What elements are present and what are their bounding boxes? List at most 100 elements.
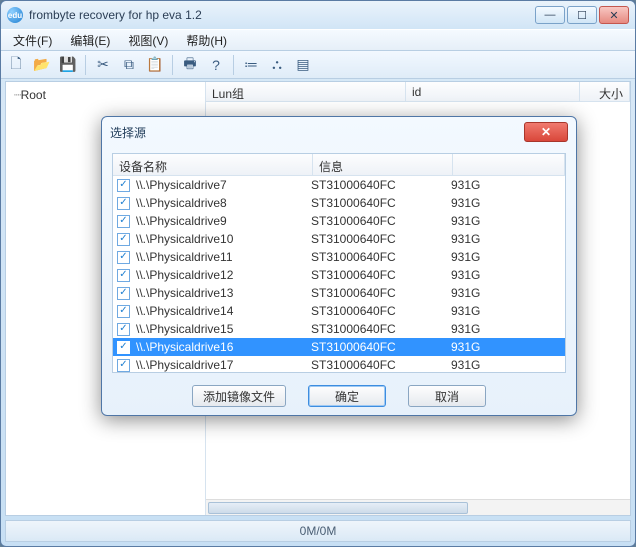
dialog-titlebar[interactable]: 选择源 ✕: [102, 117, 576, 147]
device-name: \\.\Physicaldrive14: [136, 304, 311, 318]
device-info: ST31000640FC: [311, 232, 451, 246]
close-button[interactable]: ✕: [599, 6, 629, 24]
device-info: ST31000640FC: [311, 268, 451, 282]
menu-edit[interactable]: 编辑(E): [62, 30, 118, 51]
dialog-title: 选择源: [110, 124, 524, 141]
status-text: 0M/0M: [300, 524, 337, 538]
device-row[interactable]: ✓ \\.\Physicaldrive15ST31000640FC931G: [113, 320, 565, 338]
device-name: \\.\Physicaldrive13: [136, 286, 311, 300]
checkbox-icon[interactable]: ✓: [117, 197, 130, 210]
checkbox-icon[interactable]: ✓: [117, 269, 130, 282]
paste-icon[interactable]: 📋: [144, 54, 166, 76]
horizontal-scrollbar[interactable]: [206, 499, 630, 515]
scrollbar-thumb[interactable]: [208, 502, 468, 514]
checkbox-icon[interactable]: ✓: [117, 305, 130, 318]
device-row[interactable]: ✓ \\.\Physicaldrive14ST31000640FC931G: [113, 302, 565, 320]
app-icon: edu: [7, 7, 23, 23]
column-device-info[interactable]: 信息: [313, 154, 453, 175]
dialog-close-button[interactable]: ✕: [524, 122, 568, 142]
column-device-name[interactable]: 设备名称: [113, 154, 313, 175]
dialog-button-row: 添加镜像文件 确定 取消: [102, 385, 576, 407]
minimize-button[interactable]: —: [535, 6, 565, 24]
status-bar: 0M/0M: [5, 520, 631, 542]
device-info: ST31000640FC: [311, 214, 451, 228]
device-size: 931G: [451, 178, 561, 192]
device-size: 931G: [451, 232, 561, 246]
device-info: ST31000640FC: [311, 286, 451, 300]
column-device-size[interactable]: [453, 154, 565, 175]
device-info: ST31000640FC: [311, 340, 451, 354]
copy-icon[interactable]: ⧉: [118, 54, 140, 76]
window-title: frombyte recovery for hp eva 1.2: [29, 8, 535, 22]
tree-root-node[interactable]: Root: [10, 86, 201, 104]
add-image-file-button[interactable]: 添加镜像文件: [192, 385, 286, 407]
device-size: 931G: [451, 322, 561, 336]
toolbar-separator: [85, 55, 86, 75]
checkbox-icon[interactable]: ✓: [117, 341, 130, 354]
checkbox-icon[interactable]: ✓: [117, 251, 130, 264]
checkbox-icon[interactable]: ✓: [117, 287, 130, 300]
checkbox-icon[interactable]: ✓: [117, 323, 130, 336]
device-info: ST31000640FC: [311, 322, 451, 336]
open-icon[interactable]: 📂: [31, 54, 53, 76]
print-icon[interactable]: 🖶: [179, 54, 201, 76]
toolbar-separator: [233, 55, 234, 75]
column-id[interactable]: id: [406, 82, 580, 101]
cut-icon[interactable]: ✂: [92, 54, 114, 76]
device-name: \\.\Physicaldrive10: [136, 232, 311, 246]
device-name: \\.\Physicaldrive9: [136, 214, 311, 228]
cancel-button[interactable]: 取消: [408, 385, 486, 407]
device-list[interactable]: ✓\\.\Physicaldrive7ST31000640FC931G✓\\.\…: [113, 176, 565, 372]
device-row[interactable]: ✓\\.\Physicaldrive17ST31000640FC931G: [113, 356, 565, 372]
device-list-header: 设备名称 信息: [113, 154, 565, 176]
device-row[interactable]: ✓ \\.\Physicaldrive10ST31000640FC931G: [113, 230, 565, 248]
device-name: \\.\Physicaldrive16: [136, 340, 311, 354]
device-name: \\.\Physicaldrive7: [136, 178, 311, 192]
menu-file[interactable]: 文件(F): [5, 30, 60, 51]
menu-bar: 文件(F) 编辑(E) 视图(V) 帮助(H): [1, 29, 635, 51]
device-row[interactable]: ✓\\.\Physicaldrive8ST31000640FC931G: [113, 194, 565, 212]
ok-button[interactable]: 确定: [308, 385, 386, 407]
save-icon[interactable]: 💾: [57, 54, 79, 76]
app-window: edu frombyte recovery for hp eva 1.2 — ☐…: [0, 0, 636, 547]
device-row[interactable]: ✓ \\.\Physicaldrive7ST31000640FC931G: [113, 176, 565, 194]
device-size: 931G: [451, 250, 561, 264]
device-row[interactable]: ✓ \\.\Physicaldrive11ST31000640FC931G: [113, 248, 565, 266]
grid-icon[interactable]: ▤: [292, 54, 314, 76]
device-info: ST31000640FC: [311, 304, 451, 318]
device-row[interactable]: ✓ \\.\Physicaldrive9ST31000640FC931G: [113, 212, 565, 230]
device-name: \\.\Physicaldrive11: [136, 250, 311, 264]
new-icon[interactable]: 🗋: [5, 54, 27, 76]
titlebar[interactable]: edu frombyte recovery for hp eva 1.2 — ☐…: [1, 1, 635, 29]
tool-icon[interactable]: ≔: [240, 54, 262, 76]
device-size: 931G: [451, 286, 561, 300]
device-size: 931G: [451, 214, 561, 228]
device-row[interactable]: ✓\\.\Physicaldrive12ST31000640FC931G: [113, 266, 565, 284]
device-row[interactable]: ✓ \\.\Physicaldrive16ST31000640FC931G: [113, 338, 565, 356]
device-info: ST31000640FC: [311, 196, 451, 210]
dialog-body: 设备名称 信息 ✓\\.\Physicaldrive7ST31000640FC9…: [112, 153, 566, 373]
column-size[interactable]: 大小: [580, 82, 630, 101]
tool-icon[interactable]: ⛬: [266, 54, 288, 76]
checkbox-icon[interactable]: ✓: [117, 215, 130, 228]
device-name: \\.\Physicaldrive12: [136, 268, 311, 282]
column-lun[interactable]: Lun组: [206, 82, 406, 101]
checkbox-icon[interactable]: ✓: [117, 359, 130, 372]
device-size: 931G: [451, 340, 561, 354]
device-info: ST31000640FC: [311, 178, 451, 192]
menu-view[interactable]: 视图(V): [120, 30, 176, 51]
select-source-dialog: 选择源 ✕ 设备名称 信息 ✓\\.\Physicaldrive7ST31000…: [101, 116, 577, 416]
device-size: 931G: [451, 304, 561, 318]
device-name: \\.\Physicaldrive8: [136, 196, 311, 210]
device-info: ST31000640FC: [311, 250, 451, 264]
help-icon[interactable]: ?: [205, 54, 227, 76]
device-size: 931G: [451, 358, 561, 372]
device-name: \\.\Physicaldrive17: [136, 358, 311, 372]
toolbar: 🗋 📂 💾 ✂ ⧉ 📋 🖶 ? ≔ ⛬ ▤: [1, 51, 635, 79]
maximize-button[interactable]: ☐: [567, 6, 597, 24]
device-name: \\.\Physicaldrive15: [136, 322, 311, 336]
checkbox-icon[interactable]: ✓: [117, 179, 130, 192]
checkbox-icon[interactable]: ✓: [117, 233, 130, 246]
menu-help[interactable]: 帮助(H): [178, 30, 235, 51]
device-row[interactable]: ✓ \\.\Physicaldrive13ST31000640FC931G: [113, 284, 565, 302]
